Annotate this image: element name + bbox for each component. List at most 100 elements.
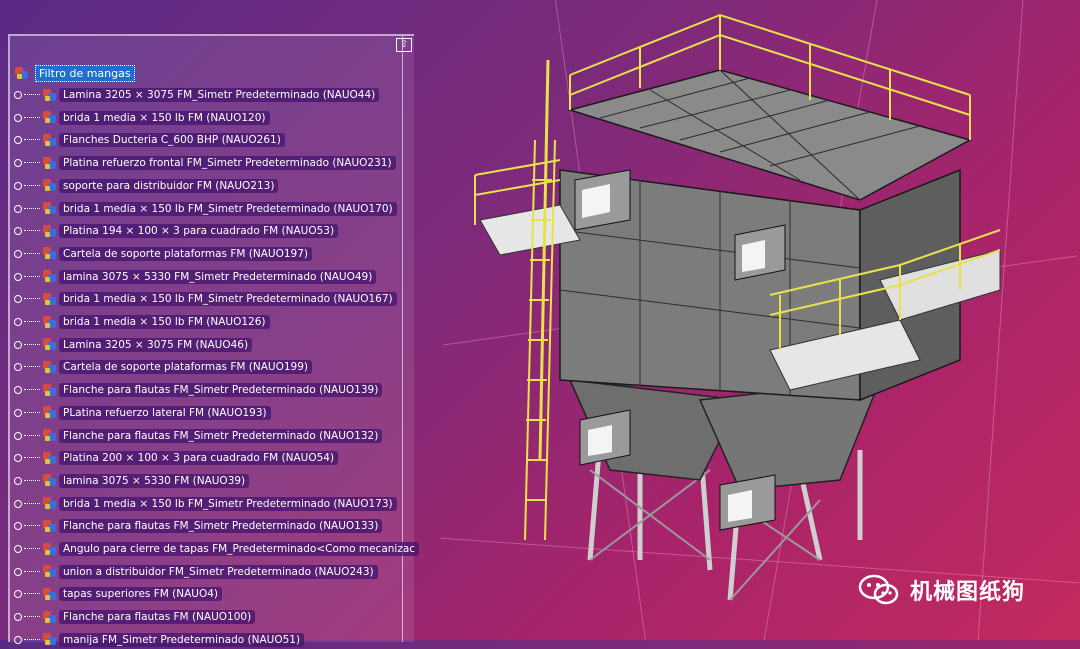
- part-icon: [42, 224, 57, 239]
- tree-item-label: Platina refuerzo frontal FM_Simetr Prede…: [59, 156, 396, 171]
- part-icon: [42, 201, 57, 216]
- tree-item-label: Flanche para flautas FM_Simetr Predeterm…: [59, 383, 383, 398]
- tree-node-dot-icon: [14, 181, 22, 190]
- scroll-up-arrow-icon[interactable]: ⇧: [396, 38, 412, 52]
- tree-branch-line: [24, 343, 40, 346]
- tree-item[interactable]: Flanche para flautas FM_Simetr Predeterm…: [14, 517, 383, 535]
- tree-item[interactable]: brida 1 media × 150 lb FM (NAUO120): [14, 109, 270, 127]
- specification-tree-panel[interactable]: ⇧ Filtro de mangas Lamina 3205 × 3075 FM…: [8, 34, 420, 647]
- tree-item[interactable]: PLatina refuerzo lateral FM (NAUO193): [14, 404, 271, 422]
- tree-item[interactable]: Cartela de soporte plataformas FM (NAUO1…: [14, 358, 312, 376]
- tree-branch-line: [24, 434, 40, 437]
- tree-item[interactable]: Platina 194 × 100 × 3 para cuadrado FM (…: [14, 222, 339, 240]
- tree-branch-line: [24, 94, 40, 96]
- tree-item-label: lamina 3075 × 5330 FM_Simetr Predetermin…: [59, 269, 377, 284]
- watermark: 机械图纸狗: [858, 572, 1025, 608]
- part-icon: [42, 178, 57, 193]
- part-icon: [42, 156, 57, 171]
- tree-item[interactable]: lamina 3075 × 5330 FM (NAUO39): [14, 472, 250, 490]
- tree-branch-line: [24, 479, 40, 482]
- tree-item-label: brida 1 media × 150 lb FM (NAUO126): [59, 315, 270, 329]
- part-icon: [42, 587, 57, 602]
- tree-branch-line: [24, 525, 40, 527]
- tree-item-label: Lamina 3205 × 3075 FM_Simetr Predetermin…: [59, 88, 380, 102]
- tree-node-dot-icon: [14, 249, 22, 258]
- tree-node-dot-icon: [14, 431, 22, 440]
- tree-node-dot-icon: [14, 386, 22, 395]
- tree-item-label: Cartela de soporte plataformas FM (NAUO1…: [59, 360, 312, 375]
- part-icon: [42, 88, 57, 103]
- part-icon: [42, 428, 57, 443]
- part-icon: [42, 360, 57, 375]
- tree-node-dot-icon: [14, 136, 22, 145]
- tree-node-dot-icon: [14, 590, 22, 599]
- tree-node-dot-icon: [14, 91, 22, 99]
- access-ladder: [524, 139, 556, 541]
- tree-item[interactable]: Lamina 3205 × 3075 FM (NAUO46): [14, 336, 253, 354]
- wechat-icon: [858, 574, 899, 605]
- tree-branch-line: [24, 593, 40, 595]
- tree-item[interactable]: brida 1 media × 150 lb FM (NAUO126): [14, 313, 270, 331]
- tree-branch-line: [24, 184, 40, 187]
- tree-node-dot-icon: [14, 476, 22, 485]
- tree-branch-line: [24, 389, 40, 391]
- tree-branch-line: [24, 570, 40, 573]
- part-icon: [42, 405, 57, 420]
- tree-node-dot-icon: [14, 227, 22, 236]
- tree-node-dot-icon: [14, 340, 22, 349]
- tree-item-label: tapas superiores FM (NAUO4): [59, 587, 223, 602]
- tree-item-label: soporte para distribuidor FM (NAUO213): [59, 178, 279, 193]
- tree-item[interactable]: brida 1 media × 150 lb FM_Simetr Predete…: [14, 200, 397, 218]
- tree-branch-line: [24, 230, 40, 232]
- part-icon: [42, 133, 57, 148]
- tree-branch-line: [24, 366, 40, 368]
- tree-item[interactable]: brida 1 media × 150 lb FM_Simetr Predete…: [14, 290, 397, 308]
- tree-item[interactable]: Flanche para flautas FM (NAUO100): [14, 608, 256, 626]
- tree-item[interactable]: union a distribuidor FM_Simetr Predeterm…: [14, 563, 378, 581]
- tree-branch-line: [24, 457, 40, 459]
- tree-item-label: Flanche para flautas FM (NAUO100): [59, 610, 256, 625]
- tree-branch-line: [24, 162, 40, 164]
- part-icon: [42, 292, 57, 307]
- tree-item-label: Cartela de soporte plataformas FM (NAUO1…: [59, 246, 312, 261]
- tree-item-label: brida 1 media × 150 lb FM_Simetr Predete…: [59, 496, 397, 511]
- watermark-text: 机械图纸狗: [910, 580, 1026, 605]
- tree-root-node[interactable]: Filtro de mangas: [14, 64, 135, 82]
- part-icon: [42, 110, 57, 125]
- tree-root-label: Filtro de mangas: [35, 64, 135, 82]
- tree-node-dot-icon: [14, 567, 22, 576]
- tree-item-label: brida 1 media × 150 lb FM_Simetr Predete…: [59, 292, 397, 307]
- tree-item[interactable]: Platina refuerzo frontal FM_Simetr Prede…: [14, 154, 396, 172]
- tree-item-label: Flanche para flautas FM_Simetr Predeterm…: [59, 519, 383, 534]
- tree-item[interactable]: tapas superiores FM (NAUO4): [14, 585, 223, 603]
- tree-item-label: PLatina refuerzo lateral FM (NAUO193): [59, 405, 271, 420]
- tree-item-label: Platina 194 × 100 × 3 para cuadrado FM (…: [59, 224, 339, 239]
- tree-node-dot-icon: [14, 159, 22, 168]
- tree-node-dot-icon: [14, 318, 22, 326]
- part-icon: [42, 610, 57, 625]
- part-icon: [42, 564, 57, 579]
- tree-branch-line: [24, 502, 40, 505]
- tree-item[interactable]: brida 1 media × 150 lb FM_Simetr Predete…: [14, 495, 397, 513]
- tree-branch-line: [24, 275, 40, 278]
- tree-node-dot-icon: [14, 272, 22, 281]
- 3d-viewport[interactable]: [440, 0, 1080, 640]
- tree-item[interactable]: Flanches Ducteria C_600 BHP (NAUO261): [14, 131, 285, 149]
- tree-item[interactable]: Cartela de soporte plataformas FM (NAUO1…: [14, 245, 312, 263]
- part-icon: [42, 383, 57, 398]
- tree-branch-line: [24, 616, 40, 618]
- tree-node-dot-icon: [14, 408, 22, 417]
- tree-item[interactable]: Platina 200 × 100 × 3 para cuadrado FM (…: [14, 449, 339, 467]
- tree-item[interactable]: soporte para distribuidor FM (NAUO213): [14, 177, 279, 195]
- tree-item[interactable]: lamina 3075 × 5330 FM_Simetr Predetermin…: [14, 268, 377, 286]
- part-icon: [42, 473, 57, 488]
- tree-node-dot-icon: [14, 295, 22, 304]
- tree-node-dot-icon: [14, 522, 22, 531]
- tree-item-label: Flanche para flautas FM_Simetr Predeterm…: [59, 428, 383, 443]
- tree-item[interactable]: Flanche para flautas FM_Simetr Predeterm…: [14, 381, 383, 399]
- tree-item[interactable]: Lamina 3205 × 3075 FM_Simetr Predetermin…: [14, 86, 380, 104]
- tree-item[interactable]: Flanche para flautas FM_Simetr Predeterm…: [14, 427, 383, 445]
- tree-item[interactable]: Angulo para cierre de tapas FM_Predeterm…: [14, 540, 420, 558]
- tree-item-label: Angulo para cierre de tapas FM_Predeterm…: [59, 542, 420, 556]
- product-icon: [14, 66, 29, 81]
